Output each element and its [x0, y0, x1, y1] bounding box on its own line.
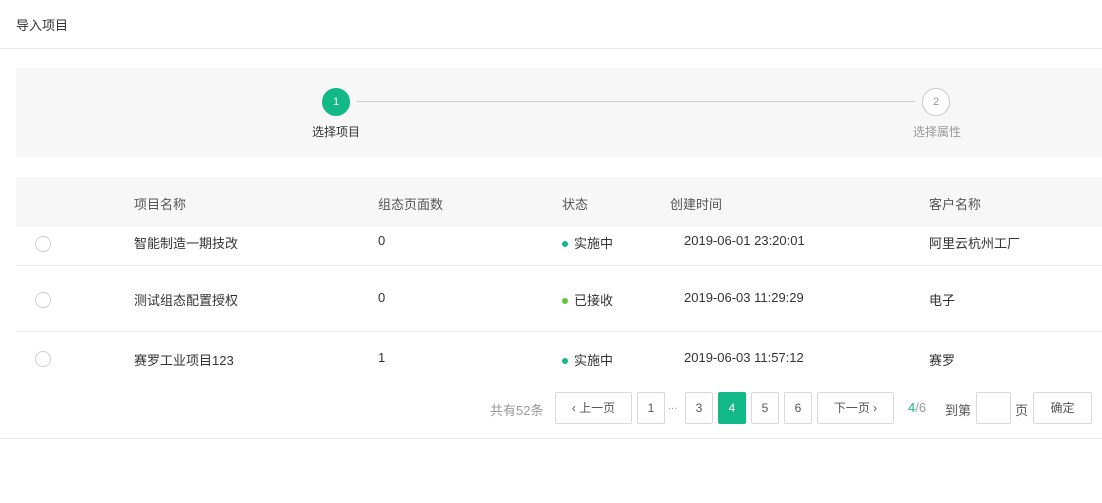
page-button-5[interactable]: 5: [751, 392, 779, 424]
page-button-1[interactable]: 1: [637, 392, 665, 424]
page-indicator: 4/6: [908, 400, 926, 415]
page-count: 1: [378, 350, 386, 365]
step-2-indicator: 2: [922, 88, 950, 116]
table-header: 项目名称 组态页面数 状态 创建时间 客户名称: [16, 177, 1102, 227]
total-pages: /6: [915, 400, 927, 415]
page-button-3[interactable]: 3: [685, 392, 713, 424]
row-select-radio[interactable]: [35, 236, 51, 252]
page-unit-label: 页: [1015, 403, 1029, 418]
table-row[interactable]: 智能制造一期技改 0 实施中 2019-06-01 23:20:01 阿里云杭州…: [16, 227, 1102, 266]
next-page-label: 下一页: [833, 401, 870, 415]
created-time: 2019-06-03 11:29:29: [684, 290, 804, 305]
status-cell: 已接收: [562, 290, 613, 309]
page-header: 导入项目: [0, 0, 1102, 49]
page-count: 0: [378, 233, 386, 248]
next-page-button[interactable]: 下一页 ›: [817, 392, 894, 424]
customer-name: 电子: [929, 293, 956, 308]
goto-label: 到第: [945, 403, 972, 418]
page-count: 0: [378, 290, 386, 305]
goto-page-input[interactable]: [976, 392, 1011, 424]
step-2-label: 选择属性: [913, 125, 962, 139]
prev-page-label: 上一页: [579, 401, 616, 415]
created-time: 2019-06-03 11:57:12: [684, 350, 804, 365]
column-header-customer: 客户名称: [929, 197, 982, 212]
status-text: 实施中: [574, 353, 614, 368]
step-1-indicator: 1: [322, 88, 350, 116]
page-button-4-current[interactable]: 4: [718, 392, 746, 424]
column-header-pages: 组态页面数: [378, 197, 444, 212]
steps-bar: 1 2 选择项目 选择属性: [16, 68, 1102, 157]
row-select-radio[interactable]: [35, 292, 51, 308]
status-text: 已接收: [574, 293, 614, 308]
created-time: 2019-06-01 23:20:01: [684, 233, 805, 248]
total-count: 共有52条: [490, 403, 544, 418]
column-header-status: 状态: [562, 197, 589, 212]
page-button-6[interactable]: 6: [784, 392, 812, 424]
step-connector: [357, 101, 915, 102]
status-dot-icon: [562, 357, 568, 364]
chevron-left-icon: ‹: [571, 401, 576, 415]
status-dot-icon: [562, 297, 568, 304]
project-name: 测试组态配置授权: [134, 293, 239, 308]
status-cell: 实施中: [562, 233, 613, 252]
status-text: 实施中: [574, 236, 614, 251]
status-cell: 实施中: [562, 350, 613, 369]
table-row[interactable]: 赛罗工业项目123 1 实施中 2019-06-03 11:57:12 赛罗: [16, 332, 1102, 388]
column-header-created: 创建时间: [670, 197, 723, 212]
confirm-goto-button[interactable]: 确定: [1033, 392, 1092, 424]
customer-name: 阿里云杭州工厂: [929, 236, 1021, 251]
status-dot-icon: [562, 240, 568, 247]
table-row[interactable]: 测试组态配置授权 0 已接收 2019-06-03 11:29:29 电子: [16, 266, 1102, 332]
chevron-right-icon: ›: [873, 401, 878, 415]
footer-divider: [0, 438, 1102, 439]
project-name: 赛罗工业项目123: [134, 353, 234, 368]
row-select-radio[interactable]: [35, 351, 51, 367]
page-ellipsis: ...: [668, 400, 678, 412]
page-title: 导入项目: [16, 18, 69, 33]
customer-name: 赛罗: [929, 353, 956, 368]
project-name: 智能制造一期技改: [134, 236, 239, 251]
step-1-label: 选择项目: [312, 125, 361, 139]
column-header-name: 项目名称: [134, 197, 187, 212]
prev-page-button[interactable]: ‹ 上一页: [555, 392, 632, 424]
project-table: 项目名称 组态页面数 状态 创建时间 客户名称 智能制造一期技改 0 实施中 2…: [16, 177, 1102, 368]
